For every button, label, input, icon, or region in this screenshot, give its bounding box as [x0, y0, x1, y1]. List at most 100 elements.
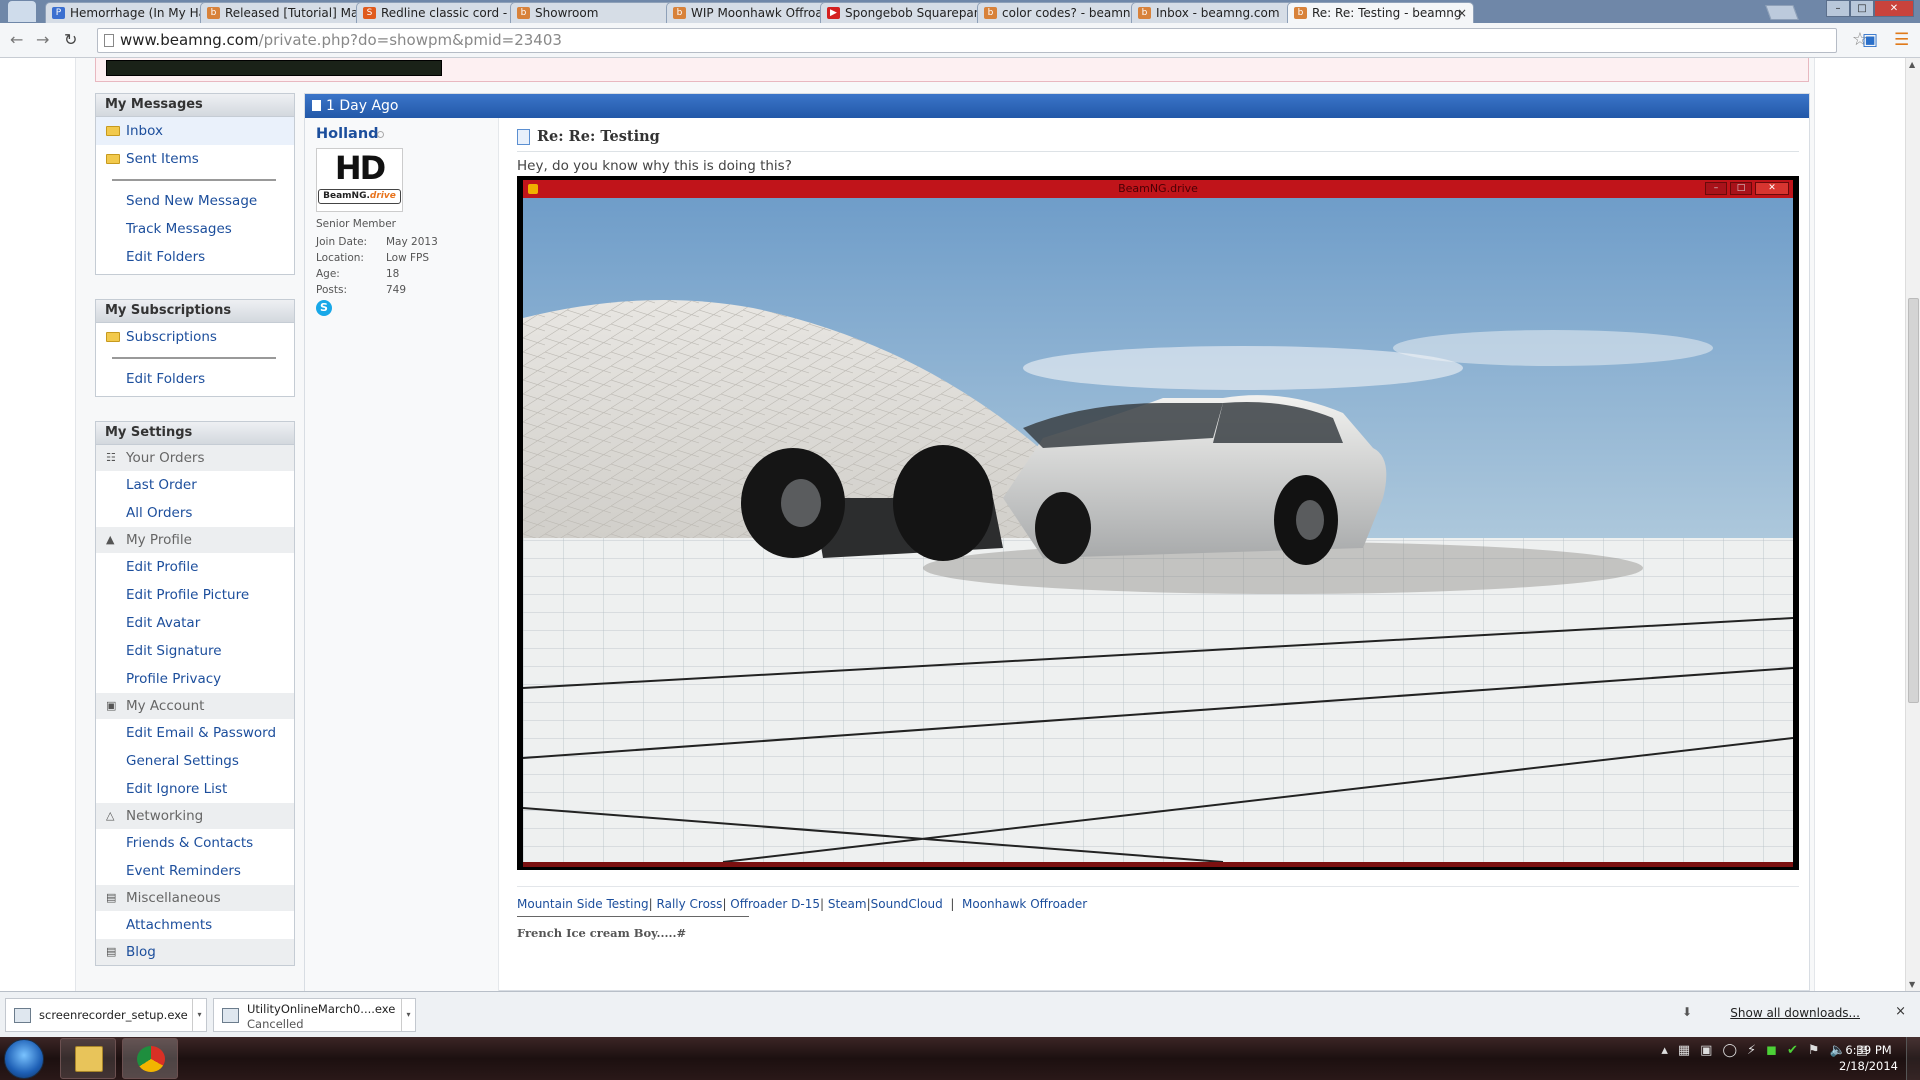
favicon-icon: b	[517, 7, 530, 19]
close-download-bar-icon[interactable]: ×	[1895, 1004, 1906, 1019]
sidebar-item-friends-contacts[interactable]: Friends & Contacts	[96, 829, 294, 857]
sidebar-item-edit-folders[interactable]: Edit Folders	[96, 243, 294, 271]
menu-icon[interactable]: ☰	[1894, 30, 1909, 50]
clock-date: 2/18/2014	[1839, 1059, 1898, 1073]
avatar-brand: BeamNG.drive	[318, 189, 401, 204]
user-info-panel: Holland HD BeamNG.drive Senior Member Jo…	[305, 118, 499, 991]
taskbar-clock[interactable]: 6:39 PM 2/18/2014	[1839, 1042, 1898, 1074]
sidebar-item-blog[interactable]: ▤ Blog	[96, 939, 294, 965]
tab-label: Re: Re: Testing - beamng	[1312, 6, 1462, 20]
minimize-button[interactable]: –	[1826, 0, 1850, 17]
download-options-dropdown[interactable]: ▾	[192, 999, 206, 1031]
sidebar-item-last-order[interactable]: Last Order	[96, 471, 294, 499]
sidebar-category-your-orders: ☷ Your Orders	[96, 445, 294, 471]
address-bar[interactable]: www.beamng.com/private.php?do=showpm&pmi…	[97, 28, 1868, 53]
screenshot-titlebar: BeamNG.drive – □ ✕	[523, 180, 1793, 198]
forward-icon[interactable]: →	[36, 30, 49, 49]
signature-link-moonhawk-offroader[interactable]: Moonhawk Offroader	[962, 897, 1087, 911]
my-messages-panel: My Messages Inbox Sent Items Send New Me…	[95, 93, 295, 275]
signature-link-soundcloud[interactable]: SoundCloud	[871, 897, 943, 911]
game-scene-graphic	[523, 198, 1793, 862]
sidebar-item-edit-profile-picture[interactable]: Edit Profile Picture	[96, 581, 294, 609]
download-item[interactable]: UtilityOnlineMarch0....exe Cancelled ▾	[213, 998, 416, 1032]
misc-icon: ▤	[106, 891, 117, 904]
sidebar-item-sent-items[interactable]: Sent Items	[96, 145, 294, 173]
user-field-value: 749	[386, 284, 407, 296]
sidebar-category-label: Miscellaneous	[126, 890, 221, 906]
my-settings-title: My Settings	[96, 422, 294, 445]
tray-nvidia-icon[interactable]: ◼	[1766, 1043, 1777, 1058]
tray-check-icon[interactable]: ✔	[1787, 1043, 1798, 1058]
my-subscriptions-title: My Subscriptions	[96, 300, 294, 323]
sidebar-item-general-settings[interactable]: General Settings	[96, 747, 294, 775]
page-scrollbar[interactable]: ▲ ▼	[1905, 58, 1920, 991]
sidebar-item-edit-subscription-folders[interactable]: Edit Folders	[96, 365, 294, 393]
tab-label: Showroom	[535, 6, 599, 20]
user-field-row: Location: Low FPS	[316, 250, 438, 266]
sidebar-item-all-orders[interactable]: All Orders	[96, 499, 294, 527]
sidebar-item-inbox[interactable]: Inbox	[96, 117, 294, 145]
attached-screenshot[interactable]: BeamNG.drive – □ ✕	[517, 176, 1799, 870]
reload-icon[interactable]: ↻	[64, 30, 77, 49]
app-icon	[528, 184, 538, 194]
sidebar-item-attachments[interactable]: Attachments	[96, 911, 294, 939]
tray-sync-icon[interactable]: ◯	[1722, 1043, 1737, 1058]
post-icon	[312, 100, 321, 111]
new-tab-button[interactable]	[1765, 5, 1799, 20]
sidebar-item-edit-ignore-list[interactable]: Edit Ignore List	[96, 775, 294, 803]
maximize-button[interactable]: □	[1850, 0, 1874, 17]
sidebar-item-event-reminders[interactable]: Event Reminders	[96, 857, 294, 885]
tray-app-icon[interactable]: ▦	[1678, 1043, 1690, 1058]
sidebar-item-edit-profile[interactable]: Edit Profile	[96, 553, 294, 581]
scroll-down-icon[interactable]: ▼	[1909, 980, 1915, 989]
tab-close-icon[interactable]: ×	[1457, 3, 1467, 23]
signature-link-rally-cross[interactable]: Rally Cross	[657, 897, 723, 911]
back-icon[interactable]: ←	[10, 30, 23, 49]
scrollbar-thumb[interactable]	[1908, 298, 1919, 703]
download-options-dropdown[interactable]: ▾	[401, 999, 415, 1031]
tray-power-icon[interactable]: ⚡	[1747, 1043, 1756, 1058]
sidebar-item-subscriptions[interactable]: Subscriptions	[96, 323, 294, 351]
link-separator: |	[942, 897, 963, 911]
tab-label: Hemorrhage (In My Hand	[70, 6, 222, 20]
taskbar-chrome[interactable]	[122, 1038, 178, 1079]
profile-icon[interactable]	[8, 1, 36, 22]
tray-expand-icon[interactable]: ▴	[1661, 1043, 1668, 1058]
sidebar-item-profile-privacy[interactable]: Profile Privacy	[96, 665, 294, 693]
skype-icon[interactable]: S	[316, 300, 332, 316]
sidebar-item-send-new-message[interactable]: Send New Message	[96, 187, 294, 215]
show-desktop-button[interactable]	[1906, 1037, 1920, 1080]
sidebar-item-track-messages[interactable]: Track Messages	[96, 215, 294, 243]
post-message: Hey, do you know why this is doing this?	[517, 158, 792, 174]
tab-9[interactable]: b Re: Re: Testing - beamng ×	[1287, 2, 1474, 23]
download-item[interactable]: screenrecorder_setup.exe ▾	[5, 998, 207, 1032]
signature-link-offroader-d-15[interactable]: Offroader D-15	[730, 897, 820, 911]
sidebar-item-edit-avatar[interactable]: Edit Avatar	[96, 609, 294, 637]
tab-label: WIP Moonhawk Offroade	[691, 6, 838, 20]
user-avatar[interactable]: HD BeamNG.drive	[316, 148, 403, 212]
sidebar-category-my-profile: ▲ My Profile	[96, 527, 294, 553]
sidebar-category-label: Networking	[126, 808, 204, 824]
tab-label: Spongebob Squarepants	[845, 6, 993, 20]
scroll-up-icon[interactable]: ▲	[1909, 60, 1915, 69]
extension-icon[interactable]: ▣	[1862, 30, 1878, 50]
signature-links: Mountain Side Testing| Rally Cross| Offr…	[517, 897, 1087, 911]
signature-link-steam[interactable]: Steam	[828, 897, 867, 911]
signature-link-mountain-side-testing[interactable]: Mountain Side Testing	[517, 897, 649, 911]
tray-monitor-icon[interactable]: ▣	[1700, 1043, 1712, 1058]
favicon-icon: b	[1294, 7, 1307, 19]
url-host: www.beamng.com	[120, 31, 259, 49]
tray-flag-icon[interactable]: ⚑	[1808, 1043, 1820, 1058]
sidebar-item-edit-signature[interactable]: Edit Signature	[96, 637, 294, 665]
window-close-button[interactable]: ✕	[1874, 0, 1914, 17]
start-button[interactable]	[4, 1039, 44, 1079]
post-header: 1 Day Ago	[305, 94, 1809, 118]
favicon-icon: b	[984, 7, 997, 19]
taskbar-explorer[interactable]	[60, 1038, 116, 1079]
clock-time: 6:39 PM	[1845, 1043, 1892, 1057]
offline-status-icon	[377, 131, 384, 138]
orders-icon: ☷	[106, 451, 116, 464]
sidebar-item-edit-email-password[interactable]: Edit Email & Password	[96, 719, 294, 747]
show-all-downloads-link[interactable]: Show all downloads...	[1730, 1006, 1860, 1020]
username-link[interactable]: Holland	[316, 126, 379, 142]
